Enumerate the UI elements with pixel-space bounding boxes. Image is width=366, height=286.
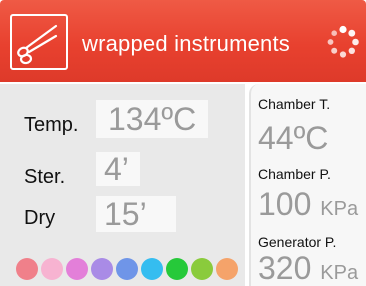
sterilizer-screen: wrapped instruments Temp. 134ºC Ster. 4’: [0, 0, 366, 286]
color-dot-6[interactable]: [141, 258, 163, 280]
cycle-parameters-panel: Temp. 134ºC Ster. 4’ Dry 15’: [0, 84, 245, 286]
color-dot-1[interactable]: [16, 258, 38, 280]
sterilization-time-value[interactable]: 4’: [96, 152, 140, 186]
chamber-readings-panel: Chamber T. 44ºC Chamber P. 100 KPa Gener…: [249, 84, 366, 286]
chamber-pressure-unit: KPa: [320, 198, 359, 220]
sterilization-time-row: Ster. 4’: [0, 144, 245, 188]
program-logo[interactable]: [10, 14, 68, 70]
temperature-label: Temp.: [24, 114, 79, 136]
temperature-row: Temp. 134ºC: [0, 98, 245, 138]
color-dot-3[interactable]: [66, 258, 88, 280]
color-dot-5[interactable]: [116, 258, 138, 280]
chamber-pressure-value: 100: [258, 186, 312, 222]
drying-time-row: Dry 15’: [0, 190, 245, 232]
color-dot-9[interactable]: [216, 258, 238, 280]
drying-time-value[interactable]: 15’: [96, 196, 176, 232]
color-dot-4[interactable]: [91, 258, 113, 280]
program-title: wrapped instruments: [82, 31, 291, 56]
color-dot-2[interactable]: [41, 258, 63, 280]
generator-pressure-unit: KPa: [320, 262, 359, 284]
drying-time-label: Dry: [24, 207, 56, 229]
chamber-temperature-value: 44ºC: [258, 120, 329, 156]
sterilization-time-label: Ster.: [24, 166, 66, 188]
color-dot-8[interactable]: [191, 258, 213, 280]
loading-spinner-icon: [327, 25, 359, 58]
chamber-temperature-label: Chamber T.: [258, 96, 331, 112]
color-dot-7[interactable]: [166, 258, 188, 280]
header-bar: wrapped instruments: [0, 0, 366, 82]
generator-pressure-label: Generator P.: [258, 234, 337, 250]
temperature-value[interactable]: 134ºC: [96, 100, 208, 138]
chamber-pressure-reading: 100 KPa: [258, 188, 358, 220]
generator-pressure-value: 320: [258, 250, 312, 286]
scissors-icon: [17, 24, 58, 65]
color-indicator-row: [16, 258, 242, 280]
chamber-pressure-label: Chamber P.: [258, 166, 331, 182]
generator-pressure-reading: 320 KPa: [258, 252, 358, 284]
